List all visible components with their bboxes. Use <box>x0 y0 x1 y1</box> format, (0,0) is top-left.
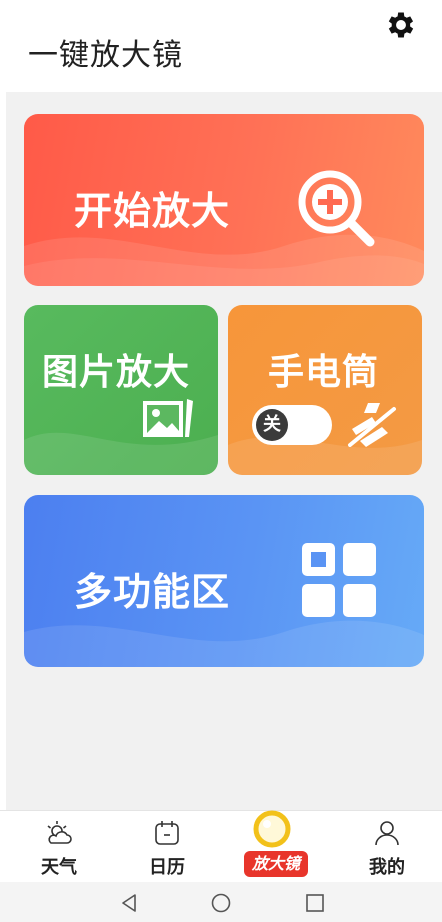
weather-icon <box>47 821 72 844</box>
calendar-icon <box>155 821 179 845</box>
image-icon <box>143 399 193 437</box>
flashlight-off-icon <box>348 403 396 447</box>
tab-mine-label: 我的 <box>369 857 405 878</box>
system-navigation-bar <box>0 882 442 922</box>
back-icon[interactable] <box>118 892 140 914</box>
home-icon[interactable] <box>210 892 232 914</box>
flashlight-card[interactable]: 手电筒 关 <box>228 305 422 475</box>
photo-zoom-card[interactable]: 图片放大 <box>24 305 218 475</box>
user-icon <box>375 821 399 846</box>
start-zoom-card[interactable]: 开始放大 <box>24 114 424 286</box>
recents-icon[interactable] <box>304 892 326 914</box>
app-title: 一键放大镜 <box>28 38 183 73</box>
start-zoom-label: 开始放大 <box>74 189 231 233</box>
tab-magnifier[interactable]: 放大镜 <box>230 810 320 883</box>
zoom-in-icon <box>298 170 375 247</box>
flashlight-label: 手电筒 <box>268 352 380 393</box>
tab-weather[interactable]: 天气 <box>14 811 104 883</box>
magnifier-icon <box>253 810 291 848</box>
tab-magnifier-label: 放大镜 <box>244 851 308 877</box>
app-header: 一键放大镜 <box>0 0 442 92</box>
tab-weather-label: 天气 <box>41 857 77 878</box>
grid-icon <box>302 543 376 617</box>
photo-zoom-label: 图片放大 <box>42 352 191 393</box>
multi-function-label: 多功能区 <box>74 570 231 614</box>
main-content: 开始放大 图片放大 手电筒 关 多功能区 <box>6 92 442 810</box>
tab-calendar[interactable]: 日历 <box>122 811 212 883</box>
bottom-tab-bar: 天气 日历 放大镜 我的 <box>0 810 442 882</box>
flashlight-toggle[interactable]: 关 <box>252 405 332 445</box>
multi-function-card[interactable]: 多功能区 <box>24 495 424 667</box>
toggle-knob: 关 <box>256 409 288 441</box>
gear-icon[interactable] <box>384 8 418 42</box>
tab-calendar-label: 日历 <box>149 857 185 878</box>
tab-mine[interactable]: 我的 <box>342 811 432 883</box>
